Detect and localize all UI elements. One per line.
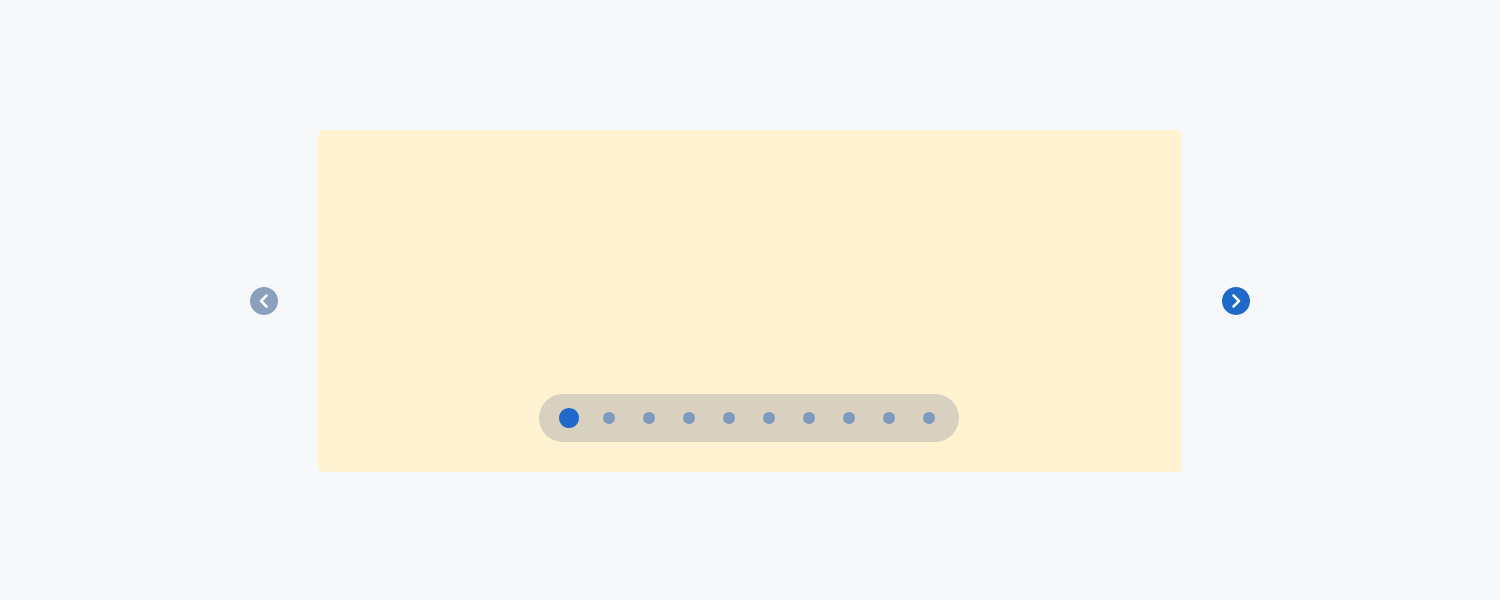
pagination-dot[interactable] [723, 412, 735, 424]
pagination-dot[interactable] [683, 412, 695, 424]
chevron-right-icon [1222, 287, 1250, 315]
pagination-dot[interactable] [603, 412, 615, 424]
pagination-dots [539, 394, 959, 442]
chevron-left-icon [250, 287, 278, 315]
next-slide-button[interactable] [1222, 287, 1250, 315]
pagination-dot-active[interactable] [559, 408, 579, 428]
pagination-dot[interactable] [843, 412, 855, 424]
previous-slide-button[interactable] [250, 287, 278, 315]
pagination-dot[interactable] [803, 412, 815, 424]
pagination-dot[interactable] [763, 412, 775, 424]
pagination-dot[interactable] [883, 412, 895, 424]
pagination-dot[interactable] [643, 412, 655, 424]
carousel [0, 0, 1500, 600]
pagination-dot[interactable] [923, 412, 935, 424]
